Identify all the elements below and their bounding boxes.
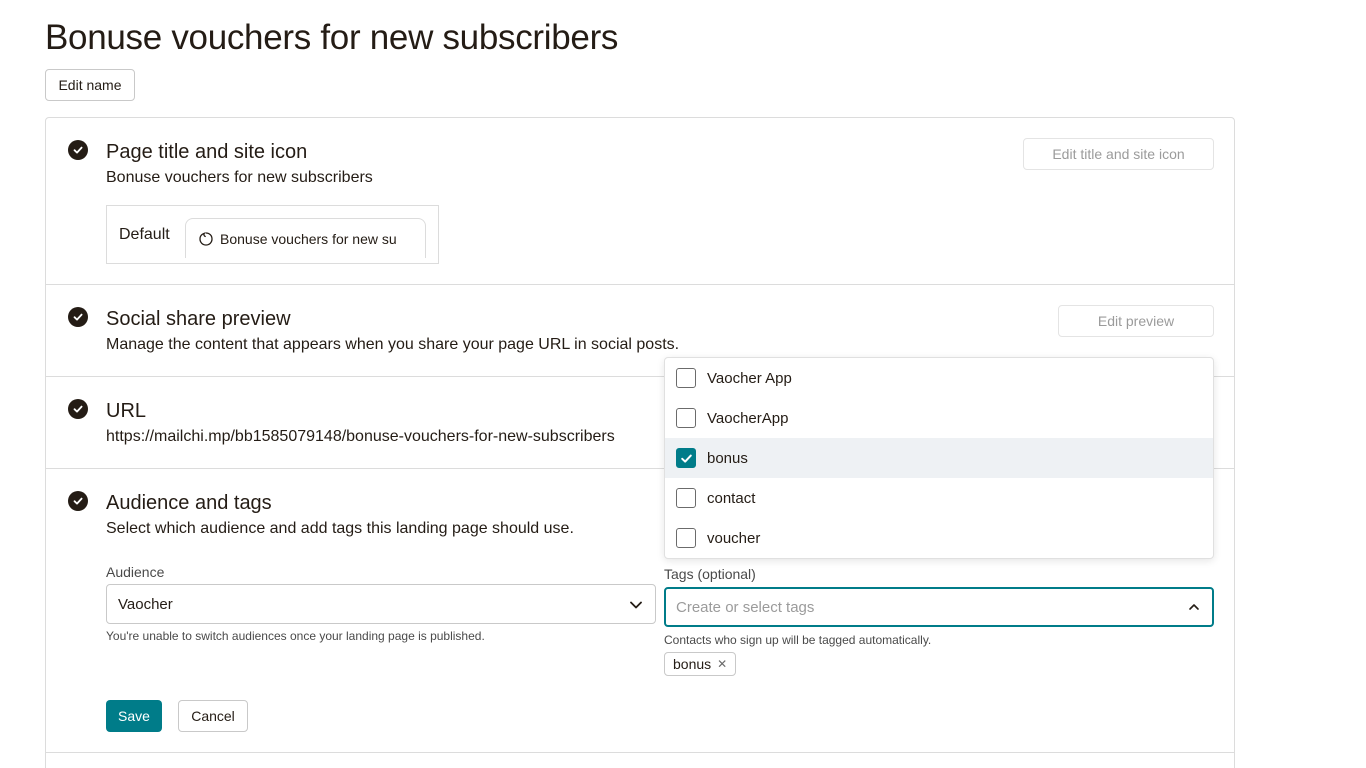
- tags-input[interactable]: Create or select tags: [664, 587, 1214, 627]
- chevron-up-icon: [1189, 604, 1199, 610]
- tag-option[interactable]: Vaocher App: [665, 358, 1213, 398]
- check-circle-icon: [68, 140, 88, 160]
- tags-label: Tags (optional): [664, 566, 756, 582]
- tags-dropdown: Vaocher App VaocherApp bonus contact vou…: [664, 357, 1214, 559]
- tag-option-label: voucher: [707, 529, 761, 547]
- tag-option-label: contact: [707, 489, 756, 507]
- chevron-down-icon: [630, 601, 642, 609]
- checkbox[interactable]: [676, 528, 696, 548]
- check-circle-icon: [68, 491, 88, 511]
- section-divider: [45, 752, 1235, 753]
- tag-option-label: VaocherApp: [707, 409, 789, 427]
- section-divider: [45, 284, 1235, 285]
- remove-tag-icon[interactable]: ✕: [717, 657, 727, 671]
- browser-tab-title: Bonuse vouchers for new su: [220, 230, 397, 247]
- tag-option[interactable]: contact: [665, 478, 1213, 518]
- checkbox[interactable]: [676, 488, 696, 508]
- check-circle-icon: [68, 307, 88, 327]
- tag-option[interactable]: bonus: [665, 438, 1213, 478]
- page-title-section-title: Page title and site icon: [106, 141, 308, 163]
- tags-help-text: Contacts who sign up will be tagged auto…: [664, 633, 932, 647]
- edit-name-button[interactable]: Edit name: [45, 69, 135, 101]
- social-section-title: Social share preview: [106, 308, 291, 330]
- tag-option[interactable]: voucher: [665, 518, 1213, 558]
- page-title-section-subtitle: Bonuse vouchers for new subscribers: [106, 169, 373, 186]
- audience-help-text: You're unable to switch audiences once y…: [106, 629, 485, 643]
- preview-default-label: Default: [119, 226, 170, 243]
- checkmark-icon: [680, 454, 692, 463]
- url-section-title: URL: [106, 400, 147, 422]
- audience-label: Audience: [106, 564, 165, 580]
- audience-select-value: Vaocher: [118, 595, 173, 613]
- tags-input-placeholder: Create or select tags: [676, 598, 815, 616]
- selected-tag-label: bonus: [673, 656, 712, 672]
- social-section-subtitle: Manage the content that appears when you…: [106, 336, 680, 353]
- tag-option-label: bonus: [707, 449, 748, 467]
- site-icon: [199, 231, 213, 246]
- tag-option[interactable]: VaocherApp: [665, 398, 1213, 438]
- checkbox[interactable]: [676, 408, 696, 428]
- browser-tab: Bonuse vouchers for new su: [185, 218, 426, 258]
- tag-option-label: Vaocher App: [707, 369, 792, 387]
- checkbox[interactable]: [676, 368, 696, 388]
- edit-preview-button[interactable]: Edit preview: [1058, 305, 1214, 337]
- checkbox-checked[interactable]: [676, 448, 696, 468]
- save-button[interactable]: Save: [106, 700, 162, 732]
- page-title: Bonuse vouchers for new subscribers: [45, 18, 619, 57]
- audience-select[interactable]: Vaocher: [106, 584, 656, 624]
- audience-section-title: Audience and tags: [106, 492, 272, 514]
- cancel-button[interactable]: Cancel: [178, 700, 248, 732]
- edit-title-and-site-icon-button[interactable]: Edit title and site icon: [1023, 138, 1214, 170]
- selected-tag-chip: bonus ✕: [664, 652, 737, 676]
- audience-section-subtitle: Select which audience and add tags this …: [106, 520, 574, 537]
- url-value: https://mailchi.mp/bb1585079148/bonuse-v…: [106, 428, 615, 445]
- check-circle-icon: [68, 399, 88, 419]
